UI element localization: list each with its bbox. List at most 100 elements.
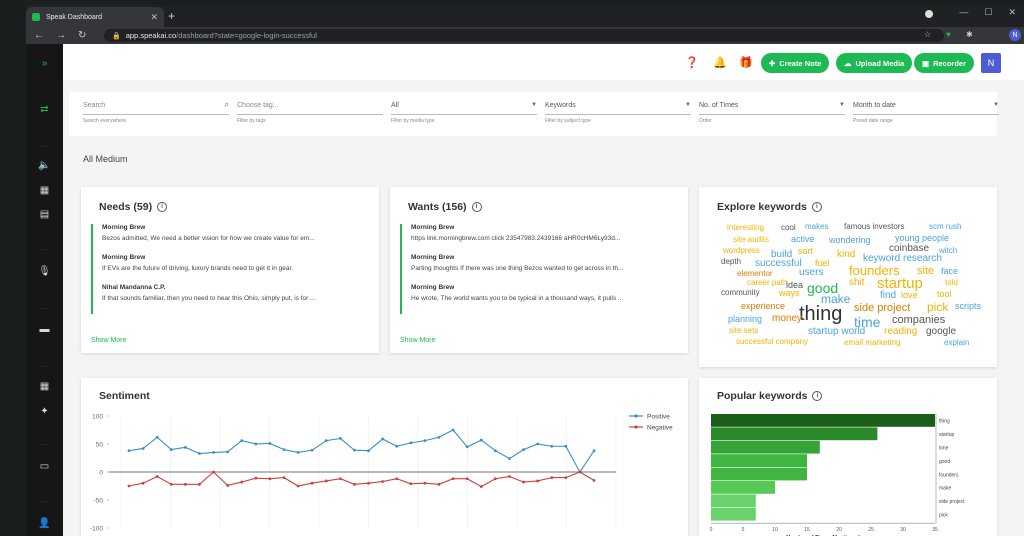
text-document-icon[interactable]: ▤ (26, 209, 63, 220)
back-icon[interactable]: ← (34, 30, 48, 41)
expand-sidebar-icon[interactable]: » (26, 58, 63, 69)
keyword-scm-rush[interactable]: scm rush (929, 223, 961, 231)
audio-icon[interactable]: 🔈 (26, 160, 63, 171)
keyword-tool[interactable]: tool (937, 290, 952, 299)
keyword-love[interactable]: love (901, 291, 918, 300)
info-icon[interactable]: i (157, 202, 168, 212)
user-icon[interactable]: 👤 (26, 518, 63, 529)
keyword-wondering[interactable]: wondering (829, 236, 871, 245)
extensions-puzzle-icon[interactable]: ✱ (966, 30, 973, 39)
list-item[interactable]: Morning Brew Bezos admitted, We need a b… (102, 224, 361, 242)
needs-show-more-link[interactable]: Show More (91, 337, 126, 344)
date-range-select[interactable]: Month to date ▼ Preset date range (853, 102, 999, 124)
keyword-makes[interactable]: makes (805, 223, 829, 231)
bookmark-star-icon[interactable]: ☆ (924, 30, 931, 39)
keyword-startup[interactable]: startup (877, 276, 923, 291)
reload-icon[interactable]: ↻ (78, 30, 92, 41)
keyword-email-marketing[interactable]: email marketing (844, 339, 900, 347)
search-filter[interactable]: Search ⌕ Search everywhere (83, 100, 229, 124)
list-item[interactable]: Morning Brew If EVs are the future of dr… (102, 254, 361, 272)
keyword-idea[interactable]: idea (786, 281, 803, 290)
keyword-career-path[interactable]: career path (747, 279, 787, 287)
keyword-shit[interactable]: shit (849, 278, 865, 288)
keyword-wordpress[interactable]: wordpress (723, 247, 760, 255)
user-avatar[interactable]: N (981, 53, 1001, 73)
list-item[interactable]: Morning Brew He wrote, The world wants y… (411, 284, 670, 302)
magic-wand-icon[interactable]: ✦ (26, 406, 63, 417)
upload-media-button[interactable]: ☁ Upload Media (836, 53, 913, 73)
url-input[interactable]: 🔒 app.speakai.co/dashboard?state=google-… (104, 29, 944, 42)
keyword-side-project[interactable]: side project (854, 303, 910, 314)
keyword-reading[interactable]: reading (884, 327, 917, 337)
close-tab-icon[interactable]: ✕ (150, 12, 158, 23)
maximize-icon[interactable]: ☐ (984, 7, 992, 18)
category-label: pick (939, 513, 948, 519)
keyword-face[interactable]: face (941, 267, 958, 276)
info-icon[interactable]: i (471, 202, 482, 212)
tag-filter[interactable]: Choose tag... Filter by tags (237, 102, 383, 124)
browser-tab[interactable]: Speak Dashboard ✕ (26, 7, 164, 27)
keyword-kind[interactable]: kind (837, 250, 855, 260)
keyword-experience[interactable]: experience (741, 302, 785, 311)
keyword-community[interactable]: community (721, 289, 760, 297)
keyword-cool[interactable]: cool (781, 224, 796, 232)
keyword-thing[interactable]: thing (799, 304, 842, 324)
list-item[interactable]: Morning Brew Parting thoughts If there w… (411, 254, 670, 272)
quote-source: Morning Brew (411, 224, 455, 231)
order-select[interactable]: No. of Times ▼ Order (699, 102, 845, 124)
table-icon[interactable]: ▦ (26, 381, 63, 392)
keyword-successful[interactable]: successful (755, 259, 802, 269)
keyword-successful-company[interactable]: successful company (736, 338, 808, 346)
gift-icon[interactable]: 🎁 (739, 56, 753, 69)
folder-icon[interactable]: ▬ (26, 324, 63, 335)
minimize-icon[interactable]: — (959, 7, 968, 18)
subject-type-value[interactable]: Keywords ▼ (545, 102, 691, 115)
keyword-find[interactable]: find (880, 291, 896, 301)
media-type-select[interactable]: All ▼ Filter by media type (391, 102, 537, 124)
keyword-famous-investors[interactable]: famous investors (844, 223, 904, 231)
keyword-interesting[interactable]: interesting (727, 224, 764, 232)
keyword-told[interactable]: told (945, 279, 958, 287)
data-point (240, 480, 244, 484)
list-item[interactable]: Morning Brew https link.morningbrew.com … (411, 224, 670, 242)
keyword-site-audits[interactable]: site audits (733, 236, 769, 244)
date-range-value[interactable]: Month to date ▼ (853, 102, 999, 115)
media-type-value[interactable]: All ▼ (391, 102, 537, 115)
extension-heart-icon[interactable]: ♥ (946, 30, 951, 39)
keyword-site-sets[interactable]: site sets (729, 327, 758, 335)
keyword-users[interactable]: users (799, 268, 823, 278)
keyword-elementor[interactable]: elementor (737, 270, 773, 278)
keyword-sort[interactable]: sort (798, 247, 813, 256)
search-input[interactable]: Search ⌕ (83, 100, 229, 115)
keyword-explain[interactable]: explain (944, 339, 969, 347)
keyword-young-people[interactable]: young people (895, 234, 949, 243)
data-point (508, 457, 511, 460)
forward-icon[interactable]: → (56, 30, 70, 41)
order-value[interactable]: No. of Times ▼ (699, 102, 845, 115)
keyword-startup-world[interactable]: startup world (808, 327, 865, 337)
keyword-ways[interactable]: ways (779, 289, 800, 298)
notification-bell-icon[interactable]: 🔔 (713, 56, 727, 69)
keyword-pick[interactable]: pick (927, 301, 948, 313)
keyword-planning[interactable]: planning (728, 315, 762, 324)
keyword-active[interactable]: active (791, 235, 815, 244)
new-tab-icon[interactable]: + (168, 9, 175, 23)
keyword-companies[interactable]: companies (892, 315, 945, 326)
keyword-depth[interactable]: depth (721, 258, 741, 266)
monitor-icon[interactable]: ▭ (26, 461, 63, 472)
close-window-icon[interactable]: ✕ (1008, 7, 1016, 18)
dashboard-icon[interactable]: ⇄ (26, 104, 63, 115)
help-icon[interactable]: ❓ (685, 56, 699, 69)
microphone-icon[interactable]: 🎙 (26, 266, 63, 277)
keyword-money[interactable]: money (772, 314, 802, 324)
profile-avatar[interactable]: N (1009, 29, 1021, 41)
keyword-google[interactable]: google (926, 327, 956, 337)
tag-input[interactable]: Choose tag... (237, 102, 383, 115)
video-icon[interactable]: ▦ (26, 185, 63, 196)
wants-show-more-link[interactable]: Show More (400, 337, 435, 344)
create-note-button[interactable]: ✚ Create Note (761, 53, 830, 73)
recorder-button[interactable]: ▣ Recorder (914, 53, 975, 73)
keyword-scripts[interactable]: scripts (955, 302, 981, 311)
list-item[interactable]: Nihal Mandanna C.P. If that sounds famil… (102, 284, 361, 302)
subject-type-select[interactable]: Keywords ▼ Filter by subject type (545, 102, 691, 124)
